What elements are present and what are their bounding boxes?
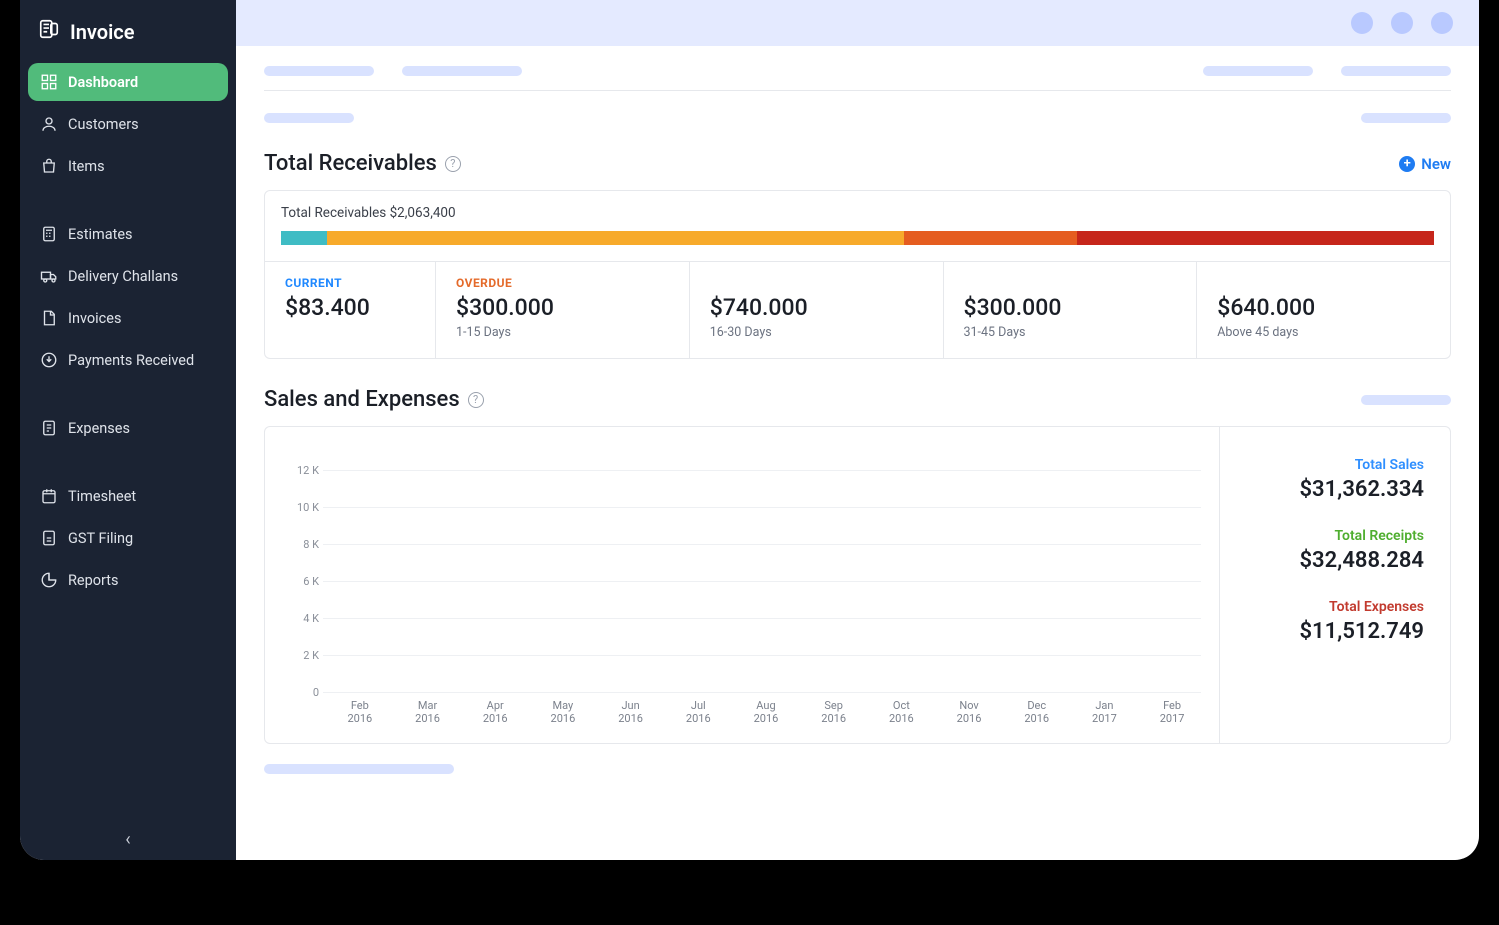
bucket-sub: 1-15 Days [456, 325, 669, 340]
section-header-receivables: Total Receivables ? + New [264, 123, 1451, 190]
sidebar-item-label: Delivery Challans [68, 268, 178, 285]
pie-icon [40, 571, 58, 589]
placeholder [1361, 395, 1451, 405]
stat-value: $11,512.749 [1220, 619, 1424, 644]
sidebar: Invoice Dashboard Customers Items Estima… [20, 0, 236, 860]
chevron-left-icon: ‹ [125, 829, 130, 850]
bucket-sub: Above 45 days [1217, 325, 1430, 340]
content: Total Receivables ? + New Total Receivab… [236, 46, 1479, 802]
sidebar-item-label: GST Filing [68, 530, 133, 547]
sidebar-item-label: Reports [68, 572, 119, 589]
invoice-icon [38, 18, 60, 45]
sales-card: 02 K4 K6 K8 K10 K12 K Feb2016Mar2016Apr2… [264, 426, 1451, 744]
sidebar-item-label: Payments Received [68, 352, 194, 369]
overdue-tag: OVERDUE [456, 276, 669, 290]
section-header-sales: Sales and Expenses ? [264, 359, 1451, 426]
receivables-segment-bar [281, 231, 1434, 245]
sidebar-item-customers[interactable]: Customers [28, 105, 228, 143]
topbar-action-2[interactable] [1391, 12, 1413, 34]
bucket-amount: $300.000 [964, 294, 1177, 321]
download-icon [40, 351, 58, 369]
sidebar-item-timesheet[interactable]: Timesheet [28, 477, 228, 515]
brand-label: Invoice [70, 20, 135, 44]
calendar-icon [40, 487, 58, 505]
sidebar-item-label: Customers [68, 116, 139, 133]
subheader-placeholder [264, 91, 1451, 123]
sidebar-item-estimates[interactable]: Estimates [28, 215, 228, 253]
stat-label: Total Expenses [1220, 599, 1424, 615]
bag-icon [40, 157, 58, 175]
bucket-amount: $640.000 [1217, 294, 1430, 321]
footer-placeholder [264, 764, 1451, 774]
receivables-total-label: Total Receivables $2,063,400 [281, 205, 1434, 221]
stat-label: Total Sales [1220, 457, 1424, 473]
bucket-amount: $300.000 [456, 294, 669, 321]
truck-icon [40, 267, 58, 285]
sidebar-item-label: Timesheet [68, 488, 136, 505]
help-icon[interactable]: ? [468, 392, 484, 408]
breadcrumb-placeholder [264, 46, 1451, 91]
sidebar-item-delivery-challans[interactable]: Delivery Challans [28, 257, 228, 295]
section-title: Sales and Expenses [264, 387, 460, 412]
plus-icon: + [1399, 156, 1415, 172]
sidebar-item-reports[interactable]: Reports [28, 561, 228, 599]
topbar [236, 0, 1479, 46]
sales-summary: Total Sales $31,362.334 Total Receipts $… [1220, 427, 1450, 743]
main: Total Receivables ? + New Total Receivab… [236, 0, 1479, 860]
receivables-grid: CURRENT $83.400 OVERDUE $300.000 1-15 Da… [265, 261, 1450, 358]
new-label: New [1421, 155, 1451, 173]
topbar-action-3[interactable] [1431, 12, 1453, 34]
new-button[interactable]: + New [1399, 155, 1451, 173]
sidebar-item-expenses[interactable]: Expenses [28, 409, 228, 447]
topbar-action-1[interactable] [1351, 12, 1373, 34]
sidebar-item-invoices[interactable]: Invoices [28, 299, 228, 337]
sidebar-item-label: Items [68, 158, 105, 175]
sidebar-collapse[interactable]: ‹ [20, 829, 236, 850]
receivables-current: CURRENT $83.400 [265, 261, 435, 358]
receivables-overdue-2: $740.000 16-30 Days [689, 261, 943, 358]
stat-total-receipts: Total Receipts $32,488.284 [1220, 528, 1424, 573]
bucket-sub: 31-45 Days [964, 325, 1177, 340]
stat-value: $31,362.334 [1220, 477, 1424, 502]
brand: Invoice [28, 12, 228, 63]
receivables-overdue-4: $640.000 Above 45 days [1196, 261, 1450, 358]
stat-value: $32,488.284 [1220, 548, 1424, 573]
sidebar-item-gst-filing[interactable]: GST Filing [28, 519, 228, 557]
sidebar-item-label: Dashboard [68, 74, 138, 91]
file-icon [40, 309, 58, 327]
sidebar-item-label: Invoices [68, 310, 121, 327]
nav-primary: Dashboard Customers Items Estimates Deli… [28, 63, 228, 599]
stat-total-expenses: Total Expenses $11,512.749 [1220, 599, 1424, 644]
receivables-card: Total Receivables $2,063,400 CURRENT $83… [264, 190, 1451, 359]
sidebar-item-payments-received[interactable]: Payments Received [28, 341, 228, 379]
calc-icon [40, 225, 58, 243]
app-window: Invoice Dashboard Customers Items Estima… [20, 0, 1479, 860]
receipt-icon [40, 419, 58, 437]
receivables-overdue-3: $300.000 31-45 Days [943, 261, 1197, 358]
stat-label: Total Receipts [1220, 528, 1424, 544]
current-tag: CURRENT [285, 276, 415, 290]
receivables-overdue-1: OVERDUE $300.000 1-15 Days [435, 261, 689, 358]
section-title: Total Receivables [264, 151, 437, 176]
sidebar-item-dashboard[interactable]: Dashboard [28, 63, 228, 101]
sidebar-item-label: Estimates [68, 226, 133, 243]
bucket-sub: 16-30 Days [710, 325, 923, 340]
help-icon[interactable]: ? [445, 156, 461, 172]
doc-icon [40, 529, 58, 547]
sidebar-item-label: Expenses [68, 420, 130, 437]
stat-total-sales: Total Sales $31,362.334 [1220, 457, 1424, 502]
sidebar-item-items[interactable]: Items [28, 147, 228, 185]
grid-icon [40, 73, 58, 91]
bucket-amount: $740.000 [710, 294, 923, 321]
sales-chart: 02 K4 K6 K8 K10 K12 K Feb2016Mar2016Apr2… [265, 427, 1220, 743]
current-amount: $83.400 [285, 294, 415, 321]
user-icon [40, 115, 58, 133]
